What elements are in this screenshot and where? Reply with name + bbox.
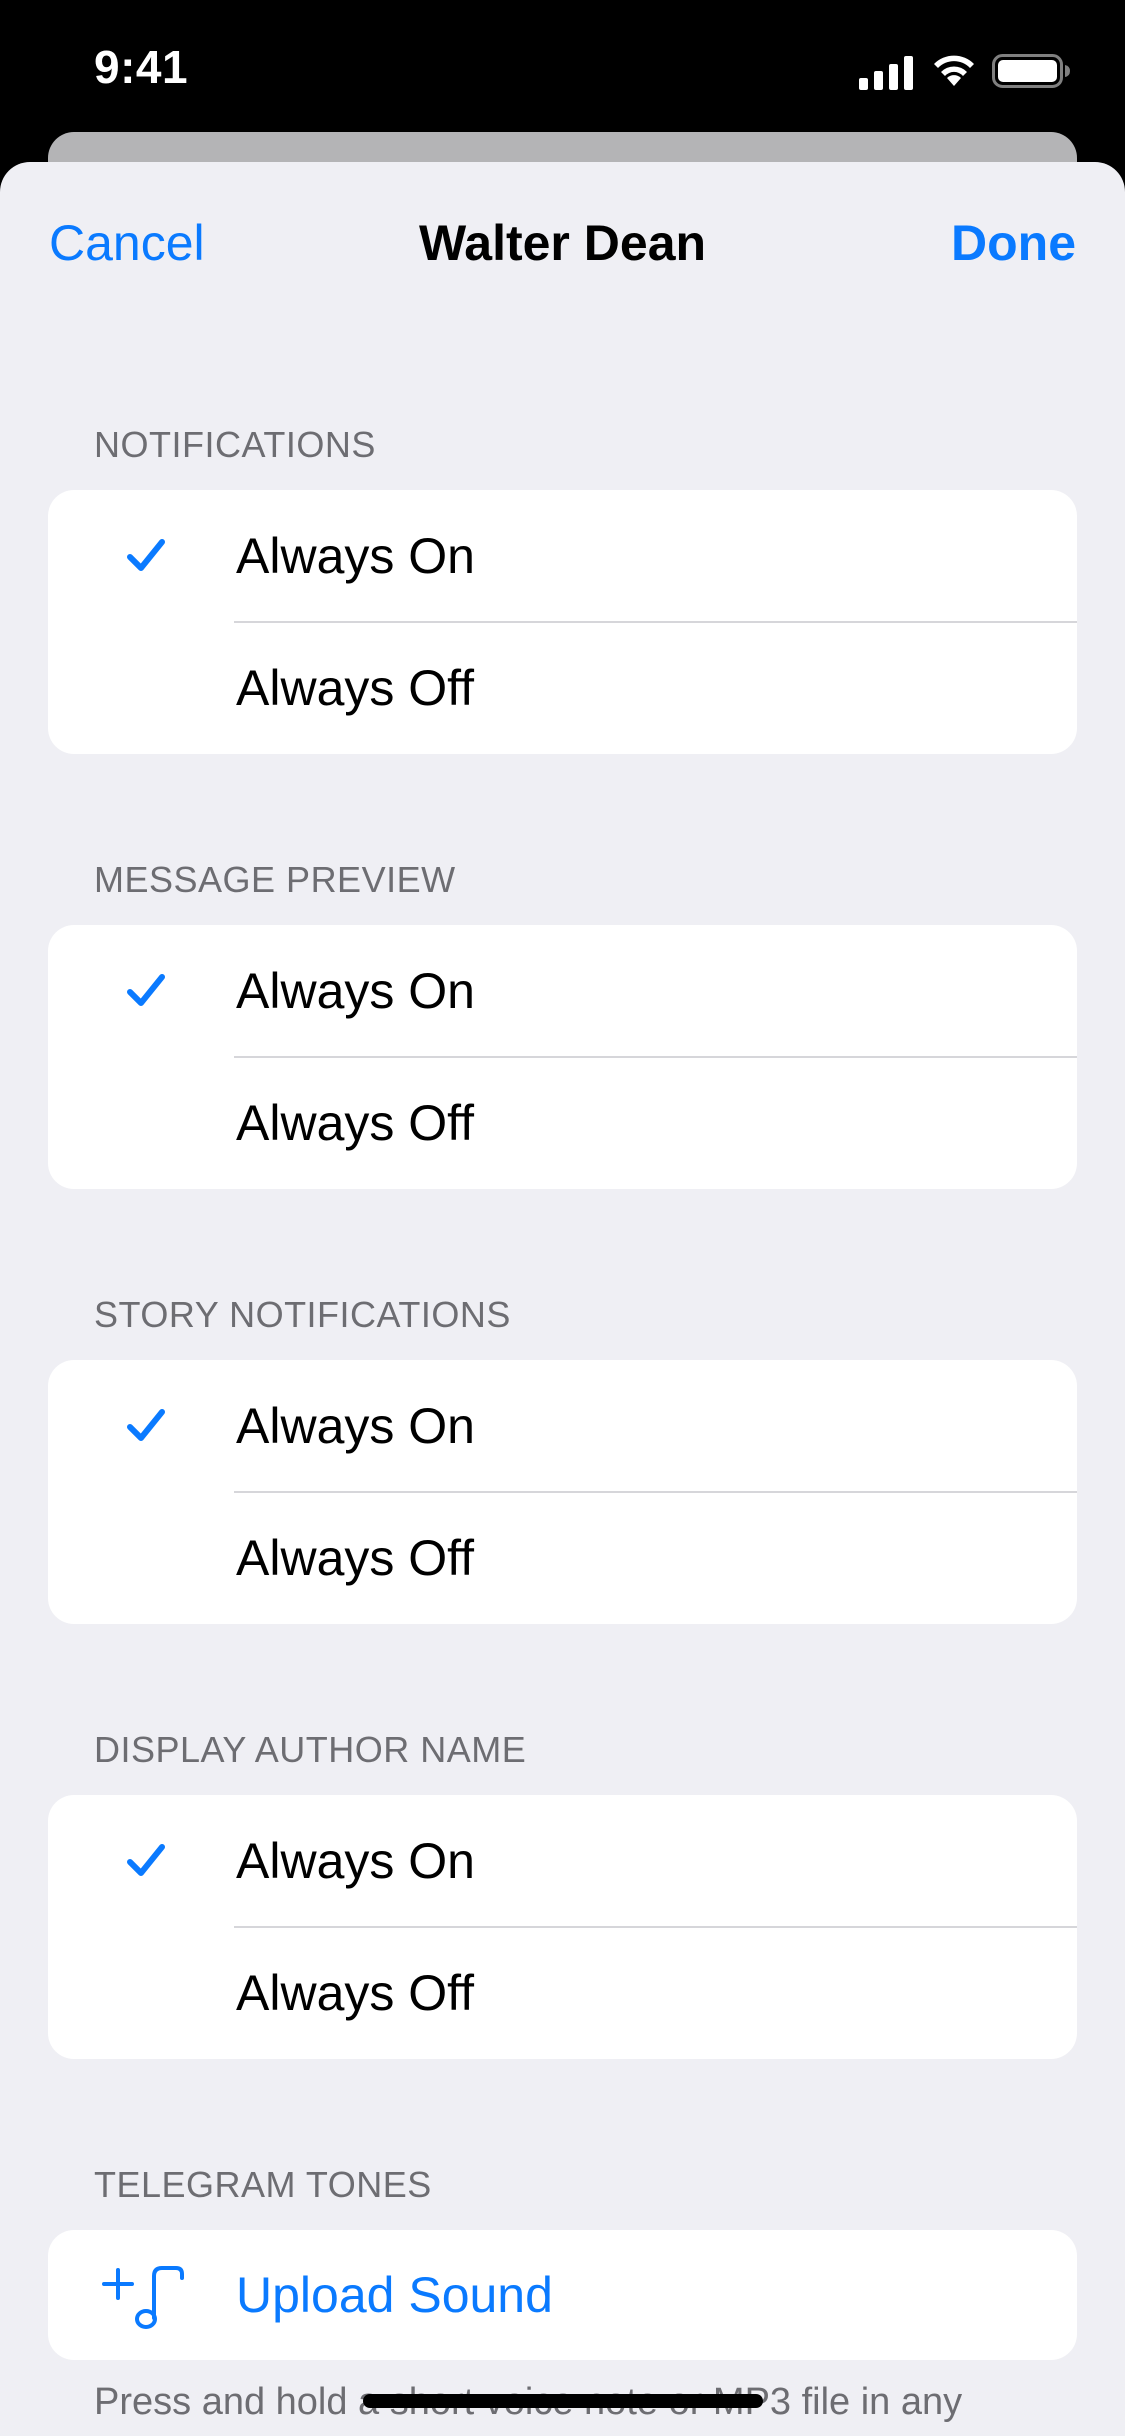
battery-icon (992, 54, 1070, 88)
section-header-notifications: NOTIFICATIONS (94, 424, 376, 465)
notifications-always-off-option[interactable]: Always Off (48, 622, 1077, 754)
section-header-telegram-tones: TELEGRAM TONES (94, 2164, 432, 2205)
option-label: Always On (236, 1833, 475, 1889)
telegram-tones-group: Upload Sound (48, 2230, 1077, 2360)
message-preview-always-on-option[interactable]: Always On (48, 925, 1077, 1057)
option-label: Always Off (236, 1965, 475, 2021)
cellular-signal-icon (859, 56, 913, 90)
section-header-display-author-name: DISPLAY AUTHOR NAME (94, 1729, 527, 1770)
display-author-name-group: Always On Always Off (48, 1795, 1077, 2059)
message-preview-always-off-option[interactable]: Always Off (48, 1057, 1077, 1189)
option-label: Always On (236, 963, 475, 1019)
story-notifications-always-off-option[interactable]: Always Off (48, 1492, 1077, 1624)
notifications-group: Always On Always Off (48, 490, 1077, 754)
checkmark-icon (127, 539, 165, 571)
option-label: Always On (236, 528, 475, 584)
section-header-story-notifications: STORY NOTIFICATIONS (94, 1294, 511, 1335)
message-preview-group: Always On Always Off (48, 925, 1077, 1189)
notification-settings-sheet: Cancel Walter Dean Done NOTIFICATIONS Al… (0, 162, 1125, 2436)
section-header-message-preview: MESSAGE PREVIEW (94, 859, 456, 900)
checkmark-icon (127, 974, 165, 1006)
upload-sound-label: Upload Sound (236, 2267, 553, 2323)
add-music-note-icon (102, 2266, 184, 2329)
display-author-name-always-on-option[interactable]: Always On (48, 1795, 1077, 1927)
status-time: 9:41 (94, 41, 189, 93)
notifications-always-on-option[interactable]: Always On (48, 490, 1077, 622)
option-label: Always Off (236, 1095, 475, 1151)
upload-sound-button[interactable]: Upload Sound (48, 2230, 1077, 2360)
status-icons (827, 50, 1077, 90)
option-label: Always Off (236, 660, 475, 716)
story-notifications-group: Always On Always Off (48, 1360, 1077, 1624)
home-indicator[interactable] (363, 2394, 763, 2408)
story-notifications-always-on-option[interactable]: Always On (48, 1360, 1077, 1492)
checkmark-icon (127, 1409, 165, 1441)
option-label: Always Off (236, 1530, 475, 1586)
done-button[interactable]: Done (951, 214, 1076, 272)
option-label: Always On (236, 1398, 475, 1454)
wifi-icon (934, 55, 974, 86)
status-bar: 9:41 (0, 0, 1125, 140)
checkmark-icon (127, 1844, 165, 1876)
display-author-name-always-off-option[interactable]: Always Off (48, 1927, 1077, 2059)
